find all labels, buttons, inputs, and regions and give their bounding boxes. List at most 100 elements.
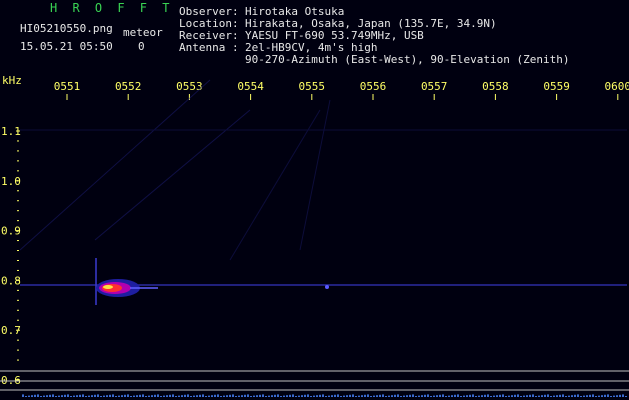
noise-bar <box>268 395 270 397</box>
noise-bar <box>61 395 63 397</box>
noise-bar <box>613 395 615 397</box>
noise-bar <box>145 396 147 397</box>
noise-bar <box>163 395 165 397</box>
noise-bar <box>523 395 525 397</box>
noise-bar <box>67 394 69 397</box>
noise-bar <box>601 395 603 397</box>
noise-bar <box>166 395 168 397</box>
noise-bar <box>364 394 366 397</box>
noise-bar <box>256 395 258 397</box>
noise-bar <box>244 394 246 397</box>
noise-bar <box>265 396 267 397</box>
noise-bar <box>499 394 501 397</box>
noise-bar <box>388 395 390 397</box>
x-tick-label: 0600 <box>605 80 629 93</box>
noise-bar <box>88 395 90 397</box>
x-axis-ticks: 0551 0552 0553 0554 0555 0556 0557 0558 0559 0600 <box>54 80 629 100</box>
x-tick-label: 0555 <box>299 80 326 93</box>
noise-bar <box>313 395 315 397</box>
noise-bar <box>598 395 600 397</box>
noise-bar <box>430 396 432 397</box>
x-tick-label: 0556 <box>360 80 387 93</box>
noise-bar <box>526 395 528 397</box>
noise-bar <box>334 394 336 397</box>
noise-bar <box>25 396 27 397</box>
noise-bar <box>403 395 405 397</box>
noise-bar <box>130 396 132 397</box>
noise-bar <box>337 394 339 397</box>
noise-bar <box>208 395 210 397</box>
noise-bar <box>82 394 84 397</box>
noise-bar <box>355 396 357 397</box>
noise-bar <box>385 396 387 397</box>
noise-bar <box>115 396 117 397</box>
noise-bar <box>442 394 444 397</box>
noise-bar <box>589 394 591 397</box>
noise-bar <box>487 394 489 397</box>
noise-bar <box>31 395 33 397</box>
noise-bar <box>202 394 204 397</box>
noise-bar <box>211 395 213 397</box>
noise-bar <box>133 395 135 397</box>
noise-bar <box>439 394 441 397</box>
noise-bar <box>37 394 39 397</box>
noise-bar <box>91 395 93 397</box>
noise-bar <box>367 394 369 397</box>
noise-bar <box>529 394 531 397</box>
noise-bar <box>463 395 465 397</box>
noise-bar <box>64 394 66 397</box>
noise-bar <box>217 394 219 397</box>
noise-bar <box>535 396 537 397</box>
noise-bar <box>43 395 45 397</box>
noise-bar <box>49 394 51 397</box>
noise-bar <box>436 395 438 397</box>
noise-bar <box>262 394 264 397</box>
noise-bar <box>298 395 300 397</box>
noise-bar <box>181 395 183 397</box>
noise-bar <box>151 395 153 397</box>
noise-bar <box>274 394 276 397</box>
noise-bar <box>235 396 237 397</box>
spectrogram: 0551 0552 0553 0554 0555 0556 0557 0558 0559 0600… <box>0 79 629 397</box>
noise-bar <box>229 394 231 397</box>
noise-bar <box>472 394 474 397</box>
noise-bar <box>370 396 372 397</box>
noise-bar <box>112 394 114 397</box>
noise-bar <box>361 395 363 397</box>
noise-bar <box>325 396 327 397</box>
x-tick-label: 0558 <box>482 80 509 93</box>
meteor-echo <box>95 258 329 305</box>
x-tick-label: 0559 <box>543 80 570 93</box>
noise-bar <box>577 394 579 397</box>
noise-bar <box>97 394 99 397</box>
noise-bar <box>220 396 222 397</box>
noise-bar <box>484 394 486 397</box>
bottom-noise-strip <box>22 394 627 397</box>
noise-bar <box>421 395 423 397</box>
noise-bar <box>283 395 285 397</box>
noise-bar <box>580 396 582 397</box>
x-tick-label: 0551 <box>54 80 81 93</box>
noise-bar <box>190 396 192 397</box>
noise-bar <box>40 396 42 397</box>
noise-bar <box>427 394 429 397</box>
noise-bar <box>289 394 291 397</box>
noise-bar <box>100 396 102 397</box>
noise-bar <box>454 394 456 397</box>
noise-bar <box>520 396 522 397</box>
noise-bar <box>169 394 171 397</box>
noise-bar <box>73 395 75 397</box>
noise-bar <box>340 396 342 397</box>
noise-bar <box>118 395 120 397</box>
noise-bar <box>34 394 36 397</box>
noise-bar <box>568 395 570 397</box>
noise-bar <box>280 396 282 397</box>
noise-bar <box>103 395 105 397</box>
noise-bar <box>85 396 87 397</box>
noise-bar <box>457 394 459 397</box>
noise-bar <box>301 395 303 397</box>
noise-bar <box>28 395 30 397</box>
noise-bar <box>58 395 60 397</box>
noise-bar <box>373 395 375 397</box>
noise-bar <box>319 394 321 397</box>
